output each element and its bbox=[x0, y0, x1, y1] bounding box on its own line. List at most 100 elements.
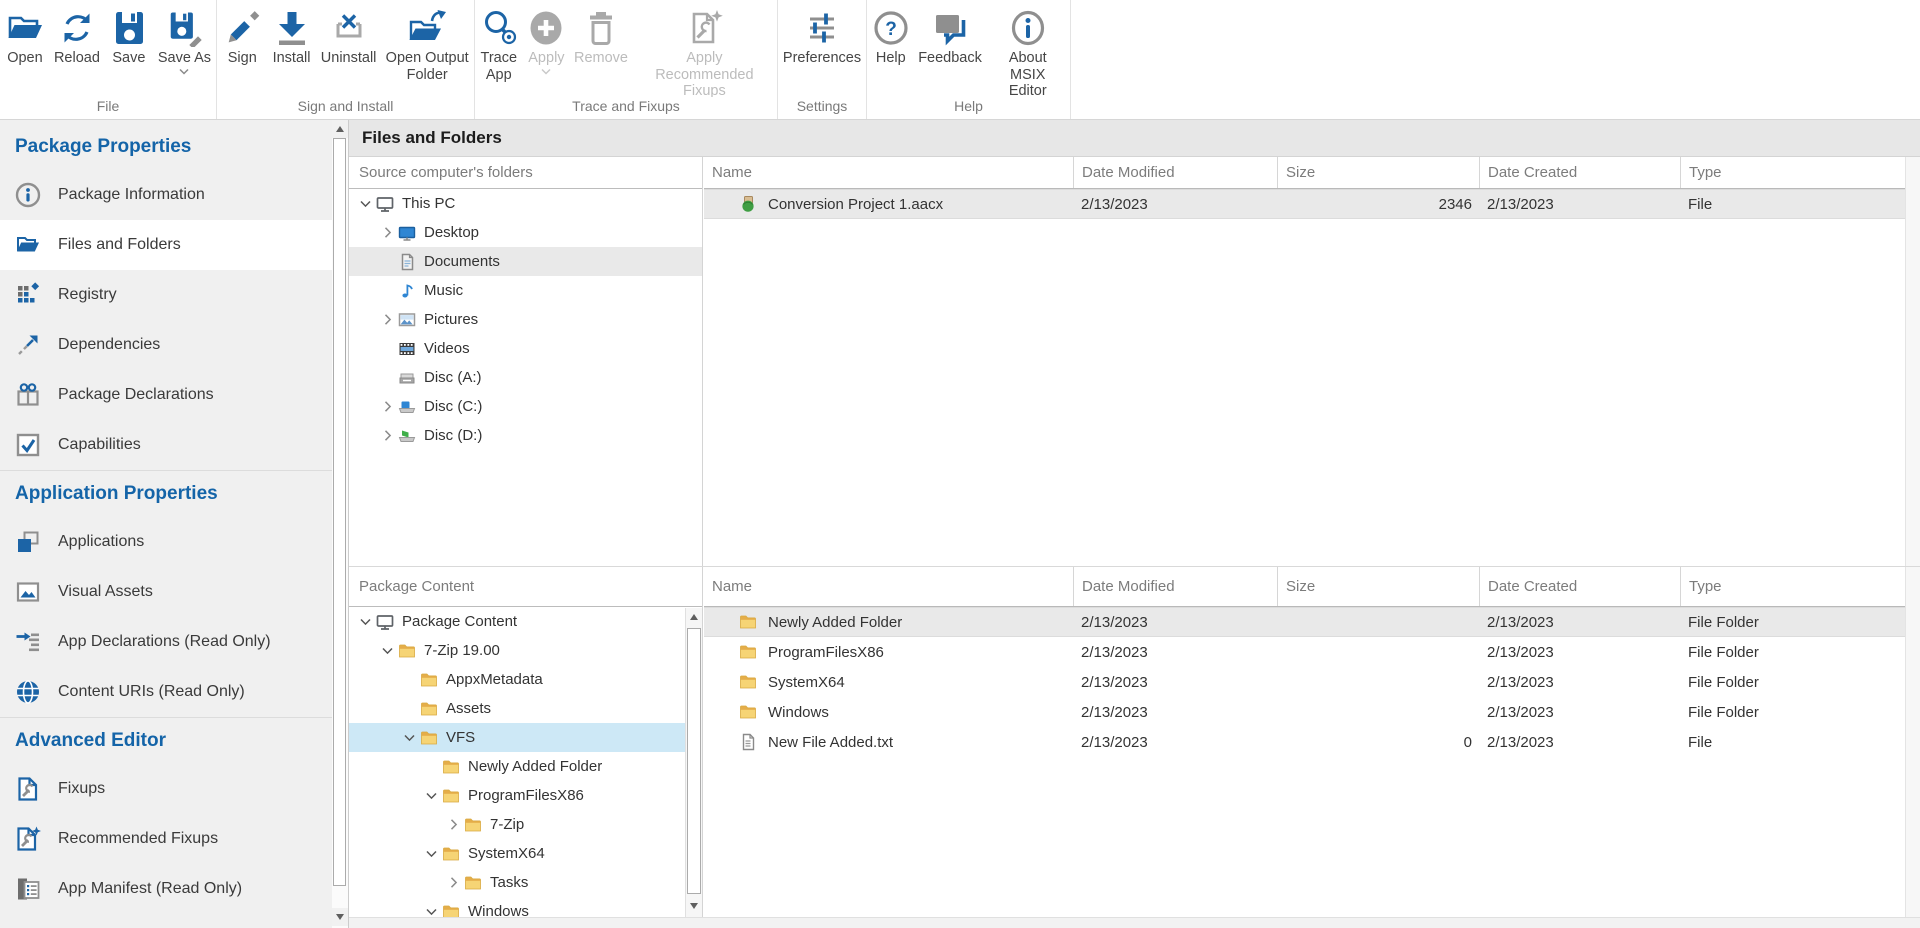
tree-item-disc-d[interactable]: Disc (D:) bbox=[349, 421, 702, 450]
tree-item-programfilesx86[interactable]: ProgramFilesX86 bbox=[349, 781, 685, 810]
sidebar-item-package-information[interactable]: Package Information bbox=[0, 170, 332, 220]
feedback-button[interactable]: Feedback bbox=[915, 6, 986, 67]
chevron-right-icon[interactable] bbox=[445, 874, 462, 891]
sidebar-item-app-declarations-read-only[interactable]: App Declarations (Read Only) bbox=[0, 617, 332, 667]
scrollbar-thumb[interactable] bbox=[687, 628, 701, 894]
sign-button[interactable]: Sign bbox=[218, 6, 266, 67]
sidebar-item-capabilities[interactable]: Capabilities bbox=[0, 420, 332, 470]
tree-item-assets[interactable]: Assets bbox=[349, 694, 685, 723]
tree-item-disc-a[interactable]: Disc (A:) bbox=[349, 363, 702, 392]
column-header-type[interactable]: Type bbox=[1680, 567, 1905, 606]
tree-item-disc-c[interactable]: Disc (C:) bbox=[349, 392, 702, 421]
install-button[interactable]: Install bbox=[268, 6, 316, 67]
sidebar-item-applications[interactable]: Applications bbox=[0, 517, 332, 567]
source-folders-tree: This PCDesktopDocumentsMusicPicturesVide… bbox=[349, 189, 702, 566]
package-list-scrollbar-track[interactable] bbox=[1905, 567, 1920, 917]
sidebar-item-visual-assets[interactable]: Visual Assets bbox=[0, 567, 332, 617]
sidebar-item-dependencies[interactable]: Dependencies bbox=[0, 320, 332, 370]
save-button[interactable]: Save bbox=[105, 6, 153, 67]
sidebar-item-label: App Manifest (Read Only) bbox=[58, 880, 242, 898]
chevron-down-icon[interactable] bbox=[357, 195, 374, 212]
sidebar-item-label: App Declarations (Read Only) bbox=[58, 633, 271, 651]
save-as-button[interactable]: Save As bbox=[154, 6, 215, 76]
button-label: Preferences bbox=[783, 50, 861, 67]
file-row-conversion-project-1-aacx[interactable]: Conversion Project 1.aacx2/13/202323462/… bbox=[704, 189, 1920, 219]
column-header-size[interactable]: Size bbox=[1277, 157, 1479, 188]
sidebar-scrollbar[interactable] bbox=[332, 120, 348, 928]
svg-text:?: ? bbox=[885, 19, 897, 40]
ribbon-group-label: File bbox=[0, 97, 216, 119]
sidebar-item-label: Files and Folders bbox=[58, 236, 181, 254]
tree-item-pictures[interactable]: Pictures bbox=[349, 305, 702, 334]
tree-item-appxmetadata[interactable]: AppxMetadata bbox=[349, 665, 685, 694]
package-file-list: Newly Added Folder2/13/20232/13/2023File… bbox=[704, 607, 1920, 917]
chevron-right-icon[interactable] bbox=[379, 427, 396, 444]
about-msix-editor-button[interactable]: About MSIX Editor bbox=[986, 6, 1070, 97]
column-header-date-modified[interactable]: Date Modified bbox=[1073, 157, 1277, 188]
tree-item-systemx64[interactable]: SystemX64 bbox=[349, 839, 685, 868]
horizontal-scrollbar-track[interactable] bbox=[349, 917, 1920, 928]
column-header-name[interactable]: Name bbox=[704, 157, 1073, 188]
sidebar-item-app-manifest-read-only[interactable]: App Manifest (Read Only) bbox=[0, 864, 332, 914]
scroll-down-button[interactable] bbox=[686, 897, 702, 915]
save-as-icon bbox=[164, 9, 204, 47]
file-row-windows[interactable]: Windows2/13/20232/13/2023File Folder bbox=[704, 697, 1920, 727]
chevron-down-icon[interactable] bbox=[379, 642, 396, 659]
file-row-systemx64[interactable]: SystemX642/13/20232/13/2023File Folder bbox=[704, 667, 1920, 697]
column-header-date-modified[interactable]: Date Modified bbox=[1073, 567, 1277, 606]
tree-item-documents[interactable]: Documents bbox=[349, 247, 702, 276]
dropdown-chevron-icon bbox=[178, 68, 190, 76]
chevron-right-icon[interactable] bbox=[445, 816, 462, 833]
uninstall-button[interactable]: Uninstall bbox=[317, 6, 381, 67]
open-output-folder-button[interactable]: Open Output Folder bbox=[382, 6, 473, 83]
tree-item-package-content[interactable]: Package Content bbox=[349, 607, 685, 636]
open-button[interactable]: Open bbox=[1, 6, 49, 67]
scroll-up-button[interactable] bbox=[686, 608, 702, 626]
chevron-right-icon[interactable] bbox=[379, 311, 396, 328]
chevron-down-icon[interactable] bbox=[401, 729, 418, 746]
sidebar-item-package-declarations[interactable]: Package Declarations bbox=[0, 370, 332, 420]
package-tree-scrollbar[interactable] bbox=[685, 608, 702, 917]
sidebar-item-fixups[interactable]: Fixups bbox=[0, 764, 332, 814]
chevron-down-icon[interactable] bbox=[423, 903, 440, 917]
tree-item-videos[interactable]: Videos bbox=[349, 334, 702, 363]
tree-item-newly-added-folder[interactable]: Newly Added Folder bbox=[349, 752, 685, 781]
column-header-date-created[interactable]: Date Created bbox=[1479, 157, 1680, 188]
preferences-button[interactable]: Preferences bbox=[779, 6, 865, 67]
sidebar-item-label: Package Declarations bbox=[58, 386, 214, 404]
sidebar-item-content-uris-read-only[interactable]: Content URIs (Read Only) bbox=[0, 667, 332, 717]
scrollbar-thumb[interactable] bbox=[333, 138, 346, 886]
scroll-down-button[interactable] bbox=[332, 908, 348, 926]
chevron-right-icon[interactable] bbox=[379, 224, 396, 241]
tree-item-windows[interactable]: Windows bbox=[349, 897, 685, 917]
file-row-programfilesx86[interactable]: ProgramFilesX862/13/20232/13/2023File Fo… bbox=[704, 637, 1920, 667]
sidebar-item-label: Visual Assets bbox=[58, 583, 153, 601]
help-button[interactable]: ?Help bbox=[867, 6, 915, 67]
column-header-date-created[interactable]: Date Created bbox=[1479, 567, 1680, 606]
tree-item-label: Disc (A:) bbox=[424, 369, 482, 386]
chevron-down-icon[interactable] bbox=[357, 613, 374, 630]
tree-item-7-zip[interactable]: 7-Zip bbox=[349, 810, 685, 839]
scroll-up-button[interactable] bbox=[332, 120, 348, 138]
column-header-name[interactable]: Name bbox=[704, 567, 1073, 606]
tree-item-tasks[interactable]: Tasks bbox=[349, 868, 685, 897]
chevron-down-icon[interactable] bbox=[423, 845, 440, 862]
trace-app-button[interactable]: Trace App bbox=[475, 6, 523, 83]
chevron-down-icon[interactable] bbox=[423, 787, 440, 804]
sidebar-item-registry[interactable]: Registry bbox=[0, 270, 332, 320]
sidebar-item-recommended-fixups[interactable]: Recommended Fixups bbox=[0, 814, 332, 864]
file-row-newly-added-folder[interactable]: Newly Added Folder2/13/20232/13/2023File… bbox=[704, 607, 1920, 637]
chevron-right-icon[interactable] bbox=[379, 398, 396, 415]
tree-item-vfs[interactable]: VFS bbox=[349, 723, 685, 752]
folder-icon bbox=[420, 700, 438, 718]
sidebar-item-files-and-folders[interactable]: Files and Folders bbox=[0, 220, 332, 270]
file-row-new-file-added-txt[interactable]: New File Added.txt2/13/202302/13/2023Fil… bbox=[704, 727, 1920, 757]
tree-item-desktop[interactable]: Desktop bbox=[349, 218, 702, 247]
source-list-scrollbar-track[interactable] bbox=[1905, 157, 1920, 566]
tree-item-7-zip-19-00[interactable]: 7-Zip 19.00 bbox=[349, 636, 685, 665]
tree-item-music[interactable]: Music bbox=[349, 276, 702, 305]
column-header-type[interactable]: Type bbox=[1680, 157, 1905, 188]
reload-button[interactable]: Reload bbox=[50, 6, 104, 67]
tree-item-this-pc[interactable]: This PC bbox=[349, 189, 702, 218]
column-header-size[interactable]: Size bbox=[1277, 567, 1479, 606]
